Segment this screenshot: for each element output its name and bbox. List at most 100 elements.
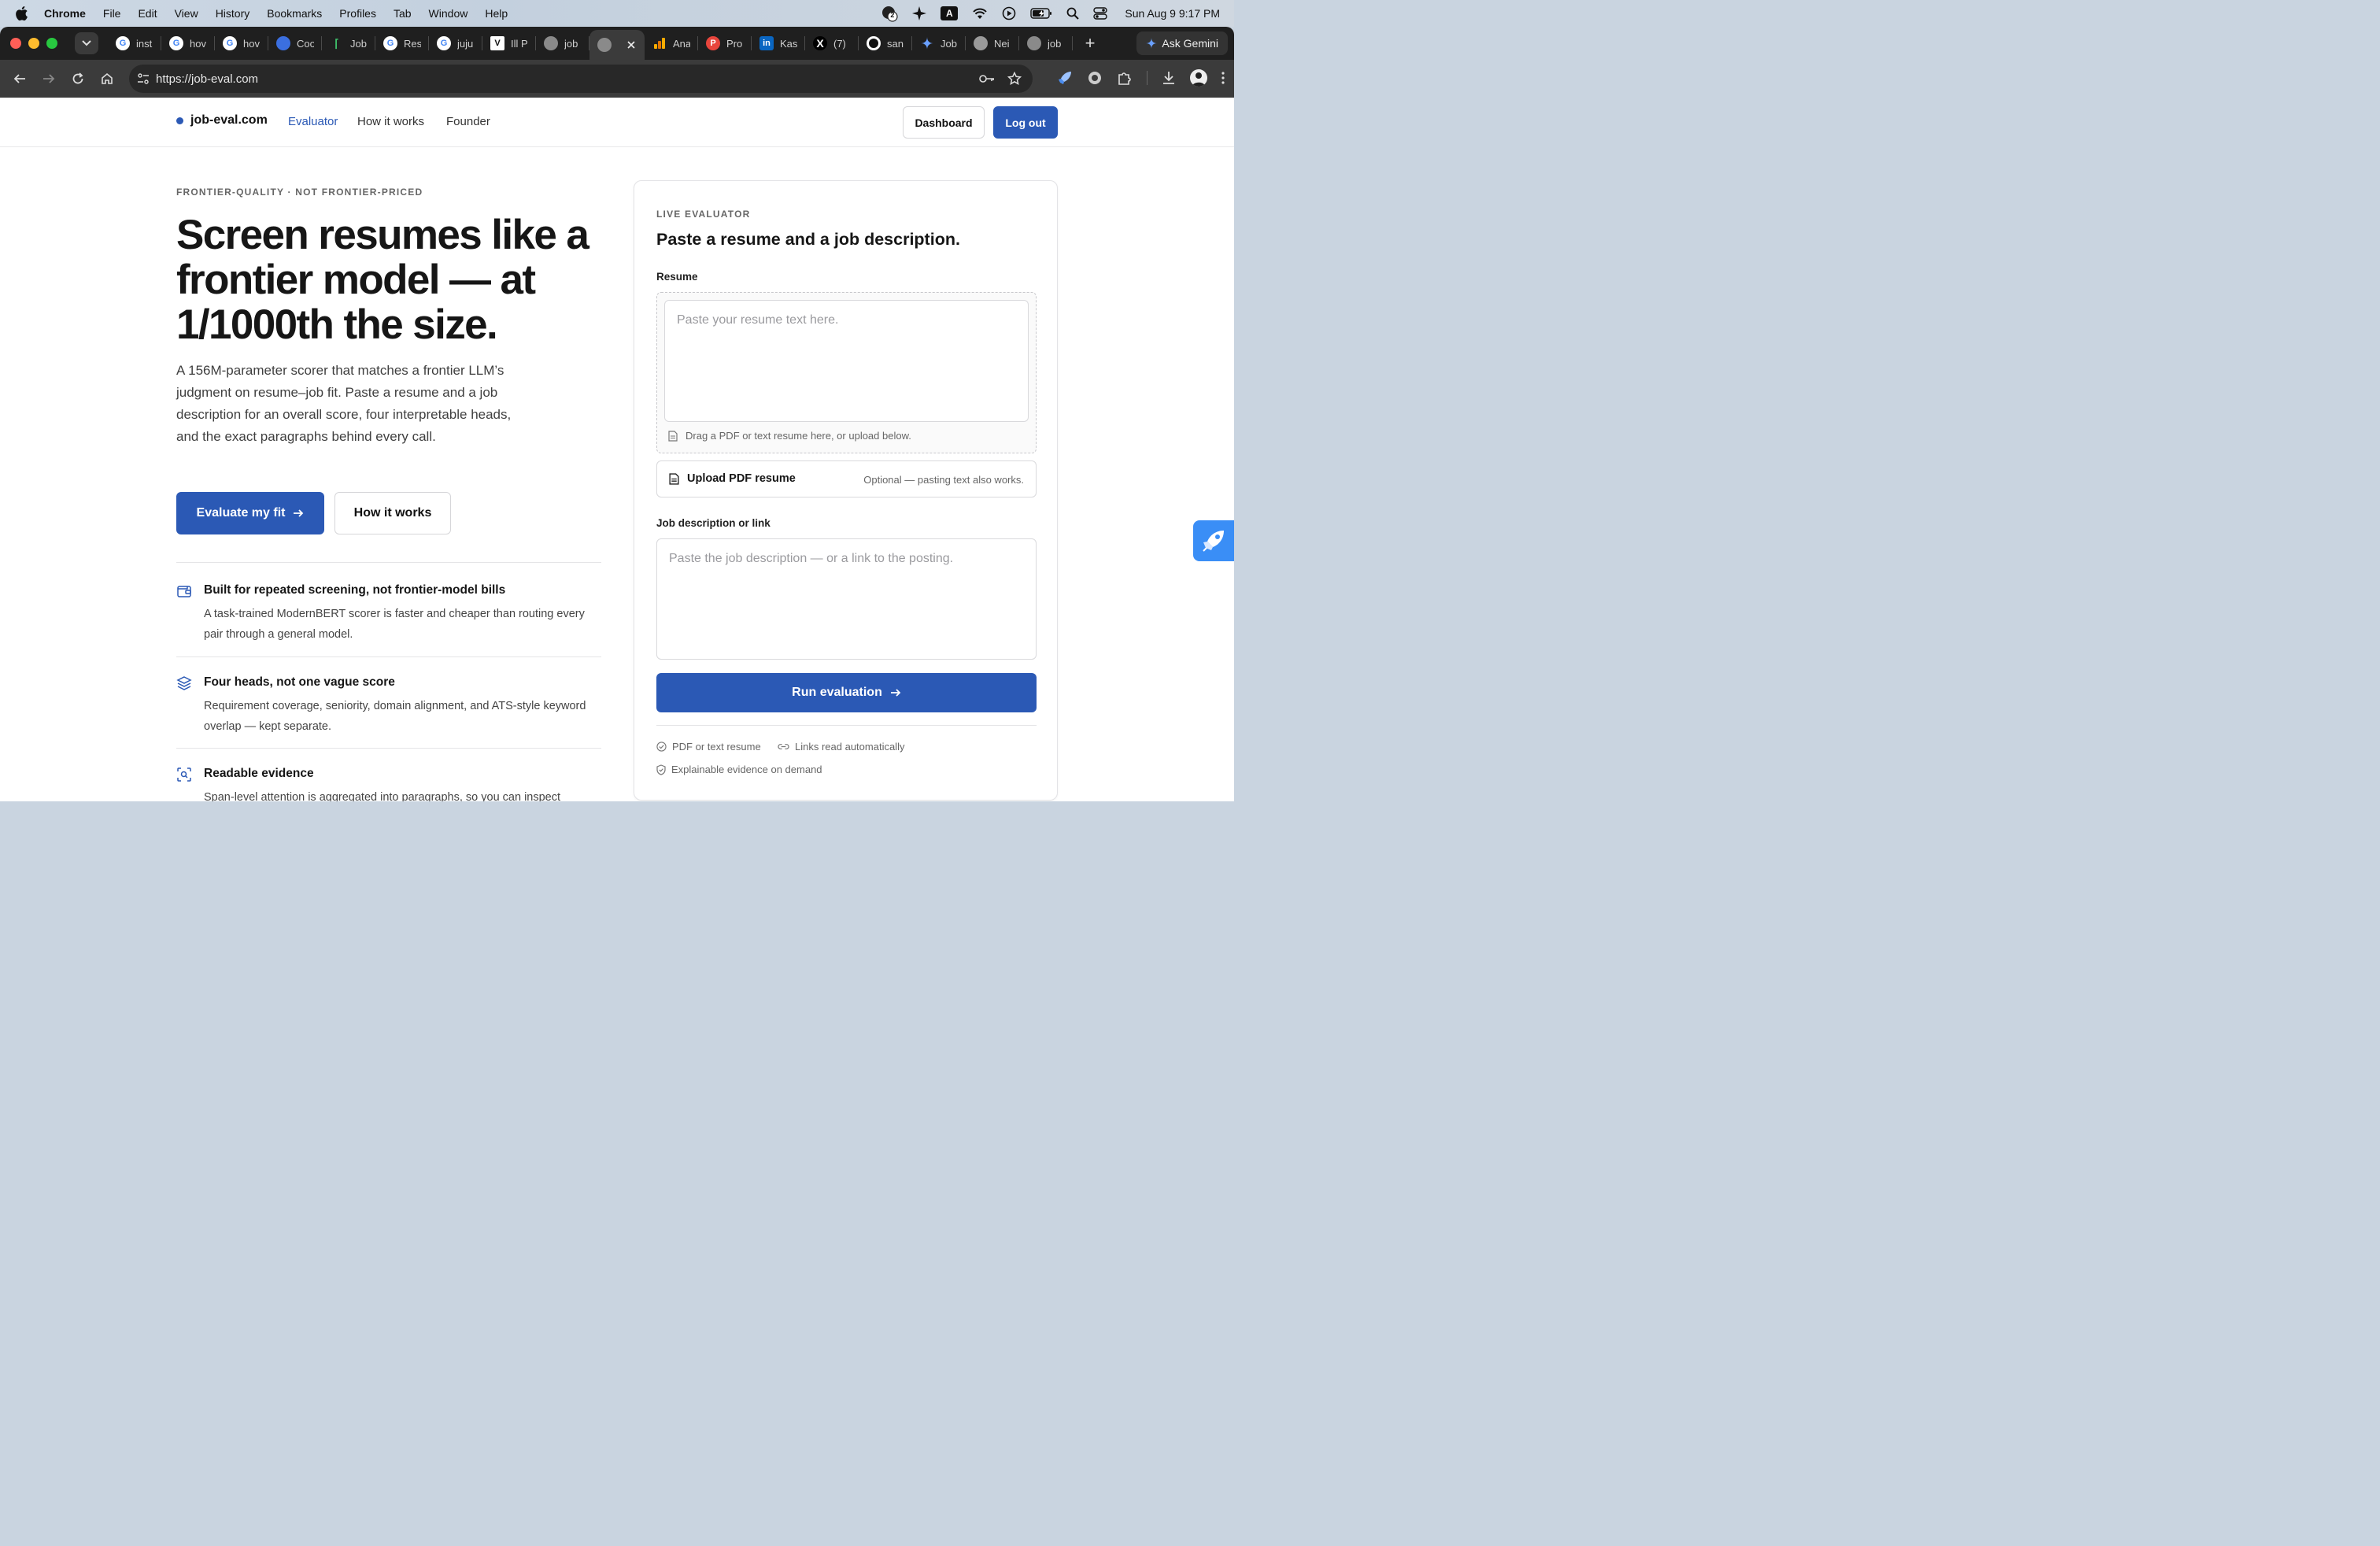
feature-title: Built for repeated screening, not fronti… bbox=[204, 583, 506, 597]
browser-tab[interactable]: G juju bbox=[429, 27, 482, 60]
card-divider bbox=[656, 725, 1037, 726]
tab-title: Ana bbox=[673, 37, 690, 50]
how-it-works-button[interactable]: How it works bbox=[334, 492, 451, 534]
browser-tab[interactable]: san bbox=[859, 27, 912, 60]
menu-app-chrome[interactable]: Chrome bbox=[44, 7, 86, 20]
browser-tab[interactable]: Coo bbox=[268, 27, 322, 60]
analytics-icon bbox=[652, 36, 667, 50]
extensions-puzzle-icon[interactable] bbox=[1117, 70, 1133, 86]
tab-title: hov bbox=[190, 37, 206, 50]
job-description-textarea[interactable] bbox=[656, 538, 1037, 660]
arrow-right-icon bbox=[42, 74, 54, 83]
rocket-icon bbox=[1203, 531, 1224, 552]
arrow-left-icon bbox=[13, 74, 25, 83]
close-tab-icon[interactable] bbox=[627, 41, 635, 49]
play-circle-icon[interactable] bbox=[1002, 6, 1016, 20]
address-bar[interactable]: https://job-eval.com bbox=[129, 65, 1033, 93]
minimize-window-button[interactable] bbox=[28, 38, 39, 49]
menu-history[interactable]: History bbox=[216, 7, 250, 20]
browser-tab[interactable]: in Kas bbox=[752, 27, 805, 60]
downloads-icon[interactable] bbox=[1162, 71, 1176, 85]
chrome-icon bbox=[974, 36, 988, 50]
evaluate-my-fit-button[interactable]: Evaluate my fit bbox=[176, 492, 324, 534]
github-icon bbox=[867, 36, 881, 50]
browser-tab[interactable]: G Res bbox=[375, 27, 429, 60]
input-source-indicator[interactable]: A bbox=[941, 6, 959, 20]
browser-tab[interactable]: job bbox=[1019, 27, 1073, 60]
upload-pdf-resume-button[interactable]: Upload PDF resume Optional — pasting tex… bbox=[656, 460, 1037, 497]
browser-tab[interactable]: Job bbox=[912, 27, 966, 60]
google-icon: G bbox=[223, 36, 237, 50]
menu-file[interactable]: File bbox=[103, 7, 121, 20]
url-text[interactable]: https://job-eval.com bbox=[156, 72, 258, 86]
browser-tab[interactable]: V Ill P bbox=[482, 27, 536, 60]
floating-rocket-extension-button[interactable] bbox=[1193, 520, 1234, 561]
nav-founder[interactable]: Founder bbox=[446, 115, 490, 128]
evaluate-label: Evaluate my fit bbox=[196, 506, 286, 520]
notification-badge-icon[interactable]: 2 bbox=[881, 5, 898, 22]
menu-view[interactable]: View bbox=[175, 7, 198, 20]
browser-tab[interactable]: G inst bbox=[108, 27, 161, 60]
browser-tab[interactable]: G hov bbox=[215, 27, 268, 60]
site-logo[interactable]: job-eval.com bbox=[176, 113, 268, 128]
new-tab-button[interactable]: + bbox=[1081, 33, 1099, 54]
browser-tab-active[interactable] bbox=[589, 30, 645, 60]
rocket-extension-icon[interactable] bbox=[1057, 70, 1073, 86]
profile-avatar[interactable] bbox=[1190, 69, 1207, 87]
menu-profiles[interactable]: Profiles bbox=[339, 7, 376, 20]
evaluator-title: Paste a resume and a job description. bbox=[656, 230, 960, 249]
meta-text: Links read automatically bbox=[795, 741, 905, 753]
google-icon: G bbox=[169, 36, 183, 50]
menu-bookmarks[interactable]: Bookmarks bbox=[267, 7, 322, 20]
dashboard-button[interactable]: Dashboard bbox=[903, 106, 985, 139]
site-info-icon[interactable] bbox=[137, 72, 150, 85]
nav-how-it-works[interactable]: How it works bbox=[357, 115, 424, 128]
reload-button[interactable] bbox=[63, 72, 92, 85]
ask-gemini-button[interactable]: Ask Gemini bbox=[1136, 31, 1228, 55]
home-button[interactable] bbox=[92, 72, 121, 85]
menu-edit[interactable]: Edit bbox=[138, 7, 157, 20]
browser-tab[interactable]: Ana bbox=[645, 27, 698, 60]
menu-clock[interactable]: Sun Aug 9 9:17 PM bbox=[1125, 7, 1220, 20]
tab-title: Pro bbox=[726, 37, 743, 50]
wifi-icon[interactable] bbox=[972, 7, 988, 20]
back-button[interactable] bbox=[5, 72, 34, 85]
more-menu-icon[interactable] bbox=[1221, 72, 1225, 84]
browser-tab[interactable]: G hov bbox=[161, 27, 215, 60]
browser-tab[interactable]: Nei bbox=[966, 27, 1019, 60]
menu-window[interactable]: Window bbox=[429, 7, 468, 20]
upload-note: Optional — pasting text also works. bbox=[863, 474, 1024, 486]
nav-evaluator[interactable]: Evaluator bbox=[288, 115, 338, 128]
resume-dropzone[interactable]: Drag a PDF or text resume here, or uploa… bbox=[656, 292, 1037, 453]
live-evaluator-card: LIVE EVALUATOR Paste a resume and a job … bbox=[634, 180, 1058, 801]
macos-menu-bar: Chrome File Edit View History Bookmarks … bbox=[0, 0, 1234, 27]
forward-button[interactable] bbox=[34, 72, 63, 85]
extension-circle-icon[interactable] bbox=[1087, 70, 1103, 86]
browser-tab[interactable]: ⌈ Job bbox=[322, 27, 375, 60]
sparkle-icon[interactable] bbox=[912, 6, 927, 20]
battery-icon[interactable] bbox=[1030, 8, 1052, 19]
close-window-button[interactable] bbox=[10, 38, 21, 49]
bookmark-star-icon[interactable] bbox=[1007, 72, 1022, 86]
menu-help[interactable]: Help bbox=[485, 7, 508, 20]
resume-textarea[interactable] bbox=[664, 300, 1029, 422]
logout-button[interactable]: Log out bbox=[993, 106, 1058, 139]
apple-icon[interactable] bbox=[14, 6, 30, 21]
feature-title: Four heads, not one vague score bbox=[204, 675, 395, 689]
browser-tab[interactable]: job bbox=[536, 27, 589, 60]
tab-title: job bbox=[1048, 37, 1062, 50]
zoom-window-button[interactable] bbox=[46, 38, 57, 49]
password-key-icon[interactable] bbox=[979, 72, 995, 86]
browser-tab[interactable]: P Pro bbox=[698, 27, 752, 60]
feature-description: Span-level attention is aggregated into … bbox=[204, 791, 561, 801]
control-center-icon[interactable] bbox=[1093, 7, 1108, 20]
leaf-icon: ⌈ bbox=[334, 36, 339, 50]
tab-search-button[interactable] bbox=[75, 32, 98, 54]
browser-tab[interactable]: X (7) bbox=[805, 27, 859, 60]
drop-hint-text: Drag a PDF or text resume here, or uploa… bbox=[686, 430, 911, 442]
menu-tab[interactable]: Tab bbox=[394, 7, 412, 20]
run-evaluation-button[interactable]: Run evaluation bbox=[656, 673, 1037, 712]
tab-title: Coo bbox=[297, 37, 314, 50]
spotlight-search-icon[interactable] bbox=[1066, 7, 1080, 20]
window-controls bbox=[10, 38, 57, 49]
